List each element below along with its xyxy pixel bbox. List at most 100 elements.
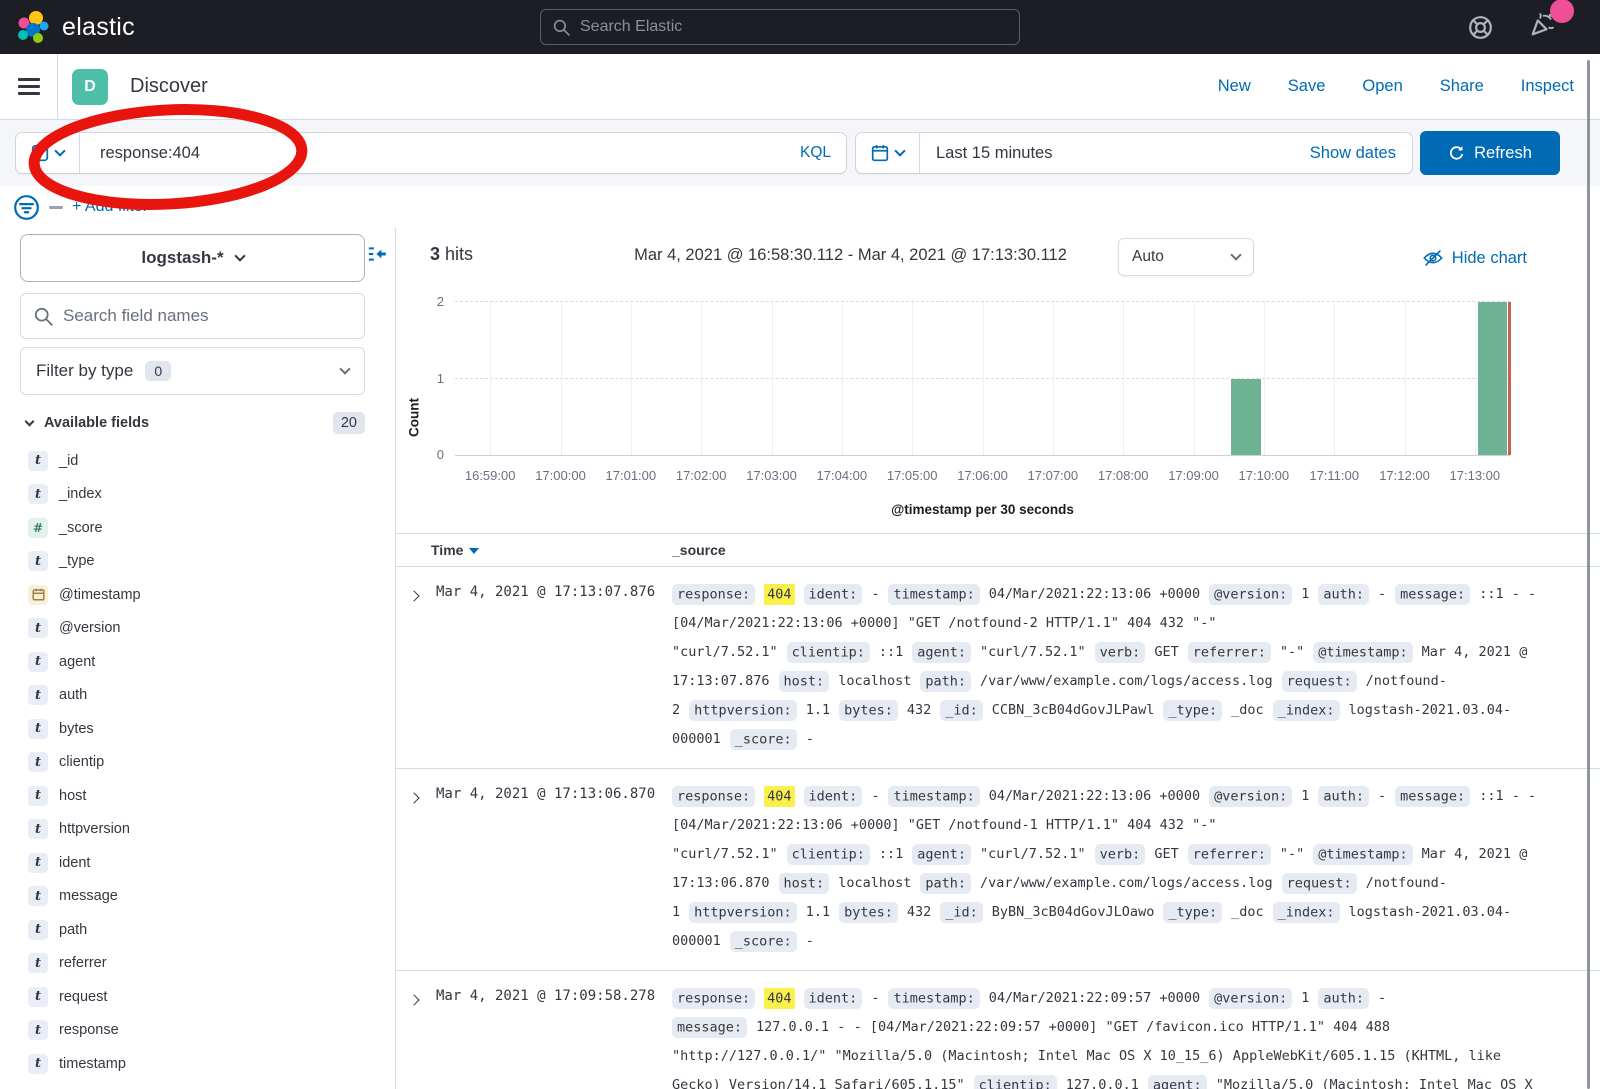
source-value: GET — [1154, 644, 1178, 660]
field-item[interactable]: thost — [20, 779, 395, 813]
filter-bar: + Add filter — [0, 186, 1600, 228]
source-value: - — [871, 990, 879, 1006]
source-value: 04/Mar/2021:22:09:57 +0000 — [989, 990, 1200, 1006]
save-button[interactable]: Save — [1288, 77, 1326, 96]
query-input[interactable]: response:404 — [80, 144, 785, 163]
source-field-badge: request: — [1282, 671, 1357, 692]
source-field-badge: _id: — [940, 902, 983, 923]
field-search-input[interactable]: Search field names — [20, 293, 365, 339]
index-pattern-select[interactable]: logstash-* — [20, 234, 365, 282]
histogram-bar[interactable] — [1478, 302, 1508, 455]
x-tick-label: 17:10:00 — [1239, 468, 1290, 483]
header-actions — [1468, 11, 1600, 43]
field-item[interactable]: tpath — [20, 913, 395, 947]
table-row: Mar 4, 2021 @ 17:13:06.870response:404id… — [396, 769, 1600, 971]
v-gridline — [1334, 302, 1335, 455]
source-value: localhost — [838, 875, 911, 891]
share-button[interactable]: Share — [1440, 77, 1484, 96]
source-field-badge: timestamp: — [888, 584, 979, 605]
source-field-badge: bytes: — [839, 700, 898, 721]
query-bar: response:404 KQL Last 15 minutes Show da… — [0, 120, 1600, 186]
global-search-input[interactable]: Search Elastic — [540, 9, 1020, 45]
string-field-type-icon: t — [28, 1054, 48, 1074]
query-language-button[interactable]: KQL — [785, 144, 846, 162]
expand-row-icon[interactable] — [406, 984, 436, 1089]
source-field-badge: message: — [1395, 786, 1470, 807]
field-item[interactable]: @timestamp — [20, 578, 395, 612]
field-item[interactable]: tresponse — [20, 1014, 395, 1048]
field-item[interactable]: tauth — [20, 679, 395, 713]
source-value: 1 — [1301, 990, 1309, 1006]
source-value: 1.1 — [806, 702, 830, 718]
elastic-logo[interactable]: elastic — [0, 10, 540, 44]
field-name: request — [59, 989, 107, 1005]
field-name: agent — [59, 654, 95, 670]
field-item[interactable]: t_index — [20, 478, 395, 512]
field-item[interactable]: treferrer — [20, 947, 395, 981]
field-item[interactable]: thttpversion — [20, 813, 395, 847]
histogram-chart[interactable]: Count 16:59:0017:00:0017:01:0017:02:0017… — [396, 290, 1600, 540]
menu-hamburger-icon[interactable] — [0, 54, 58, 119]
field-name: httpversion — [59, 821, 130, 837]
date-quick-select-button[interactable] — [856, 133, 920, 173]
field-item[interactable]: t_id — [20, 444, 395, 478]
string-field-type-icon: t — [28, 987, 48, 1007]
source-field-badge: verb: — [1095, 844, 1146, 865]
field-item[interactable]: t timestamp — [20, 1047, 395, 1081]
calendar-icon — [871, 144, 889, 162]
source-field-badge: host: — [779, 671, 830, 692]
source-field-badge: request: — [1282, 873, 1357, 894]
scrollbar[interactable] — [1587, 60, 1590, 1089]
field-item[interactable]: tagent — [20, 645, 395, 679]
field-item[interactable]: t _type — [20, 545, 395, 579]
v-gridline — [631, 302, 632, 455]
search-icon — [553, 19, 570, 36]
index-pattern-label: logstash-* — [141, 248, 223, 268]
add-filter-button[interactable]: + Add filter — [72, 198, 148, 216]
time-range-value[interactable]: Last 15 minutes — [920, 144, 1052, 163]
field-item[interactable]: tmessage — [20, 880, 395, 914]
field-item[interactable]: tclientip — [20, 746, 395, 780]
field-item[interactable]: tbytes — [20, 712, 395, 746]
field-item[interactable]: t@version — [20, 612, 395, 646]
expand-row-icon[interactable] — [406, 580, 436, 754]
field-name: timestamp — [59, 1056, 126, 1072]
refresh-button[interactable]: Refresh — [1420, 131, 1560, 175]
field-name: _type — [59, 553, 94, 569]
column-header-time[interactable]: Time — [431, 542, 479, 558]
interval-select[interactable]: Auto — [1118, 238, 1254, 276]
source-field-badge: ident: — [804, 584, 863, 605]
hide-chart-button[interactable]: Hide chart — [1423, 248, 1527, 268]
string-field-type-icon: t — [28, 551, 48, 571]
available-fields-header[interactable]: Available fields 20 — [20, 412, 365, 434]
field-item[interactable]: tident — [20, 846, 395, 880]
date-field-type-icon — [28, 585, 48, 605]
saved-query-menu-button[interactable] — [16, 133, 80, 173]
field-name: _id — [59, 453, 78, 469]
string-field-type-icon: t — [28, 953, 48, 973]
source-field-badge: _score: — [730, 729, 797, 750]
show-dates-button[interactable]: Show dates — [1310, 144, 1412, 163]
collapse-sidebar-icon[interactable] — [367, 244, 387, 269]
source-field-badge: timestamp: — [888, 786, 979, 807]
filter-icon[interactable] — [13, 194, 40, 221]
interval-value: Auto — [1132, 248, 1164, 266]
v-gridline — [1475, 302, 1476, 455]
discover-app-tile[interactable]: D — [72, 69, 108, 105]
new-button[interactable]: New — [1218, 77, 1251, 96]
source-field-badge: _score: — [730, 931, 797, 952]
inspect-button[interactable]: Inspect — [1521, 77, 1574, 96]
x-tick-label: 17:05:00 — [887, 468, 938, 483]
expand-row-icon[interactable] — [406, 782, 436, 956]
source-field-badge: @timestamp: — [1313, 642, 1412, 663]
filter-by-type-count-badge: 0 — [145, 361, 171, 381]
x-tick-label: 17:06:00 — [957, 468, 1008, 483]
v-gridline — [701, 302, 702, 455]
histogram-bar[interactable] — [1231, 379, 1261, 456]
open-button[interactable]: Open — [1362, 77, 1402, 96]
field-item[interactable]: t request — [20, 980, 395, 1014]
field-item[interactable]: #_score — [20, 511, 395, 545]
help-icon[interactable] — [1468, 15, 1493, 40]
source-value: _doc — [1231, 702, 1264, 718]
filter-by-type-select[interactable]: Filter by type 0 — [20, 347, 365, 395]
